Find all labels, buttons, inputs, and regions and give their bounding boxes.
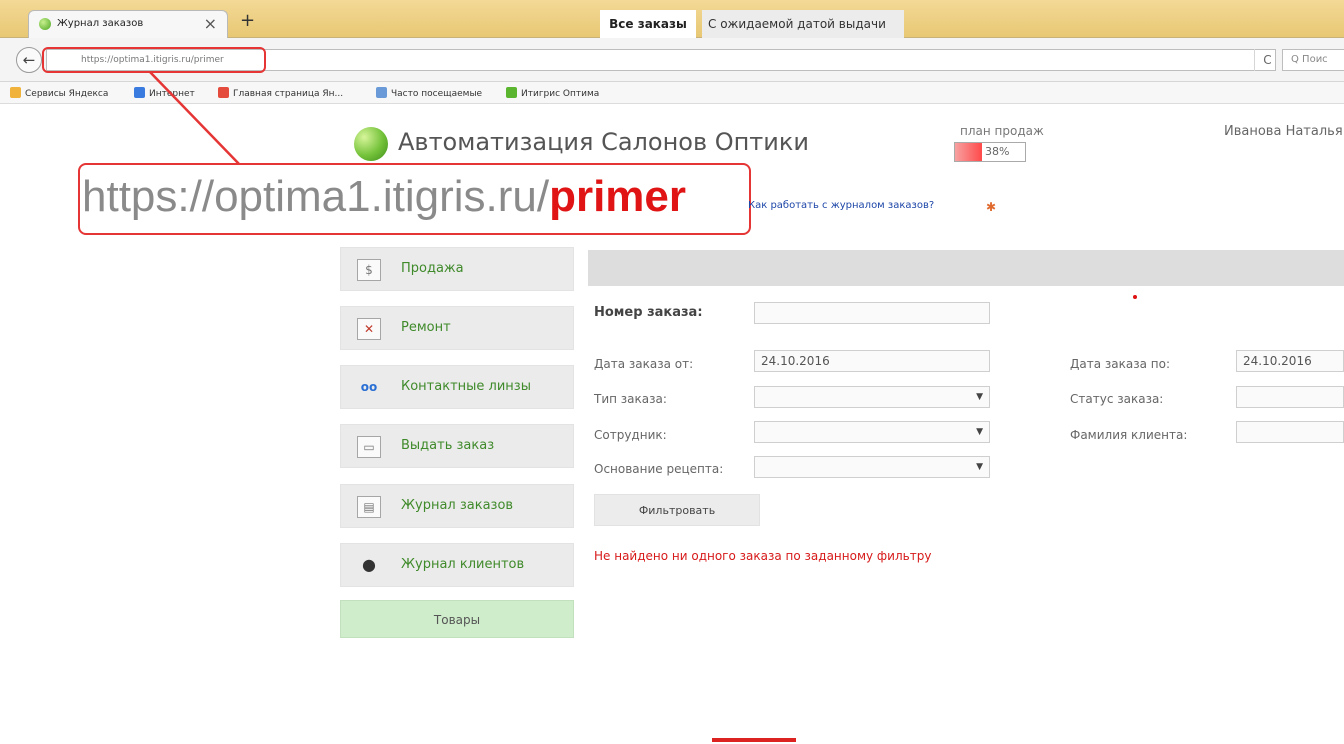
bookmark-label: Сервисы Яндекса (25, 89, 109, 99)
tab-expected-date[interactable]: С ожидаемой датой выдачи (702, 10, 904, 38)
sidebar-item-label: Выдать заказ (401, 438, 495, 453)
bookmark-itigris[interactable]: Итигрис Оптима (506, 87, 599, 99)
url-callout-text: https://optima1.itigris.ru/primer (82, 168, 686, 226)
date-from-field[interactable]: 24.10.2016 (754, 350, 990, 372)
help-link[interactable]: Как работать с журналом заказов? (748, 200, 934, 211)
new-tab-icon[interactable]: + (240, 10, 255, 31)
order-status-select[interactable] (1236, 386, 1344, 408)
sidebar-item-label: Ремонт (401, 320, 451, 335)
bookmark-label: Главная страница Ян... (233, 89, 344, 99)
sidebar-item-label: Контактные линзы (401, 379, 531, 394)
callout-url-suffix: primer (549, 172, 687, 221)
dollar-icon: $ (357, 259, 381, 281)
back-arrow-icon[interactable]: ← (16, 47, 42, 73)
user-name[interactable]: Иванова Наталья (1224, 124, 1343, 139)
sidebar-item-contact-lenses[interactable]: oo Контактные линзы (340, 365, 574, 409)
browser-tab-title: Журнал заказов (57, 18, 144, 29)
bookmark-yandex-services[interactable]: Сервисы Яндекса (10, 87, 108, 99)
internet-icon (134, 87, 145, 98)
app-title: Автоматизация Салонов Оптики (398, 128, 809, 156)
help-star-icon: ✱ (986, 200, 997, 214)
reload-icon[interactable]: C (1254, 49, 1280, 71)
employee-select[interactable]: ▼ (754, 421, 990, 443)
order-number-label: Номер заказа: (594, 305, 703, 320)
employee-label: Сотрудник: (594, 428, 667, 442)
bookmark-internet[interactable]: Интернет (134, 87, 195, 99)
order-number-field[interactable] (754, 302, 990, 324)
folder-icon (10, 87, 21, 98)
bookmark-label: Итигрис Оптима (521, 89, 600, 99)
url-highlight-frame (42, 47, 266, 73)
prescription-basis-select[interactable]: ▼ (754, 456, 990, 478)
orders-tab-strip (588, 250, 1344, 286)
order-type-label: Тип заказа: (594, 392, 667, 406)
sidebar-item-sale[interactable]: $ Продажа (340, 247, 574, 291)
browser-nav-bar: ← https://optima1.itigris.ru/primer C Q … (0, 38, 1344, 82)
most-visited-icon (376, 87, 387, 98)
bookmark-label: Интернет (149, 89, 195, 99)
date-to-label: Дата заказа по: (1070, 357, 1171, 371)
sales-plan-progress: 38% (954, 142, 1026, 162)
yandex-icon (218, 87, 229, 98)
sidebar-item-client-journal[interactable]: ● Журнал клиентов (340, 543, 574, 587)
prescription-basis-label: Основание рецепта: (594, 462, 724, 476)
browser-tab[interactable]: Журнал заказов × (28, 10, 228, 38)
chevron-down-icon: ▼ (976, 462, 983, 472)
bookmarks-bar: Сервисы Яндекса Интернет Главная страниц… (0, 82, 1344, 104)
callout-pointer-line (149, 71, 241, 166)
sidebar-item-label: Журнал заказов (401, 498, 514, 513)
order-status-label: Статус заказа: (1070, 392, 1164, 406)
tools-icon: ✕ (357, 318, 381, 340)
bookmark-yandex-home[interactable]: Главная страница Ян... (218, 87, 343, 99)
bookmark-most-visited[interactable]: Часто посещаемые (376, 87, 482, 99)
order-type-select[interactable]: ▼ (754, 386, 990, 408)
sidebar-item-goods[interactable]: Товары (340, 600, 574, 638)
filter-button[interactable]: Фильтровать (594, 494, 760, 526)
issue-order-icon: ▭ (357, 436, 381, 458)
sales-plan-value: 38% (985, 145, 1010, 158)
sales-plan-label: план продаж (960, 124, 1044, 138)
sidebar-item-label: Продажа (401, 261, 464, 276)
app-logo-icon (354, 127, 388, 161)
bottom-red-mark (712, 738, 796, 742)
tab-close-icon[interactable]: × (204, 14, 217, 33)
sidebar-item-issue-order[interactable]: ▭ Выдать заказ (340, 424, 574, 468)
chevron-down-icon: ▼ (976, 427, 983, 437)
date-to-field[interactable]: 24.10.2016 (1236, 350, 1344, 372)
client-surname-label: Фамилия клиента: (1070, 428, 1188, 442)
sidebar-item-order-journal[interactable]: ▤ Журнал заказов (340, 484, 574, 528)
itigris-icon (506, 87, 517, 98)
itigris-favicon-icon (39, 18, 51, 30)
client-journal-icon: ● (362, 555, 376, 574)
required-dot-icon (1133, 295, 1137, 299)
chevron-down-icon: ▼ (976, 392, 983, 402)
screen: Журнал заказов × + ← https://optima1.iti… (0, 0, 1344, 744)
order-journal-icon: ▤ (357, 496, 381, 518)
tab-all-orders[interactable]: Все заказы (600, 10, 696, 38)
browser-search-input[interactable]: Q Поис (1282, 49, 1344, 71)
sidebar-item-repair[interactable]: ✕ Ремонт (340, 306, 574, 350)
sales-plan-fill (955, 143, 982, 161)
sidebar-item-label: Журнал клиентов (401, 557, 525, 572)
date-from-label: Дата заказа от: (594, 357, 694, 371)
lens-icon: oo (360, 380, 378, 394)
callout-url-prefix: https://optima1.itigris.ru/ (82, 172, 550, 221)
no-results-message: Не найдено ни одного заказа по заданному… (594, 549, 932, 563)
bookmark-label: Часто посещаемые (391, 89, 483, 99)
client-surname-field[interactable] (1236, 421, 1344, 443)
